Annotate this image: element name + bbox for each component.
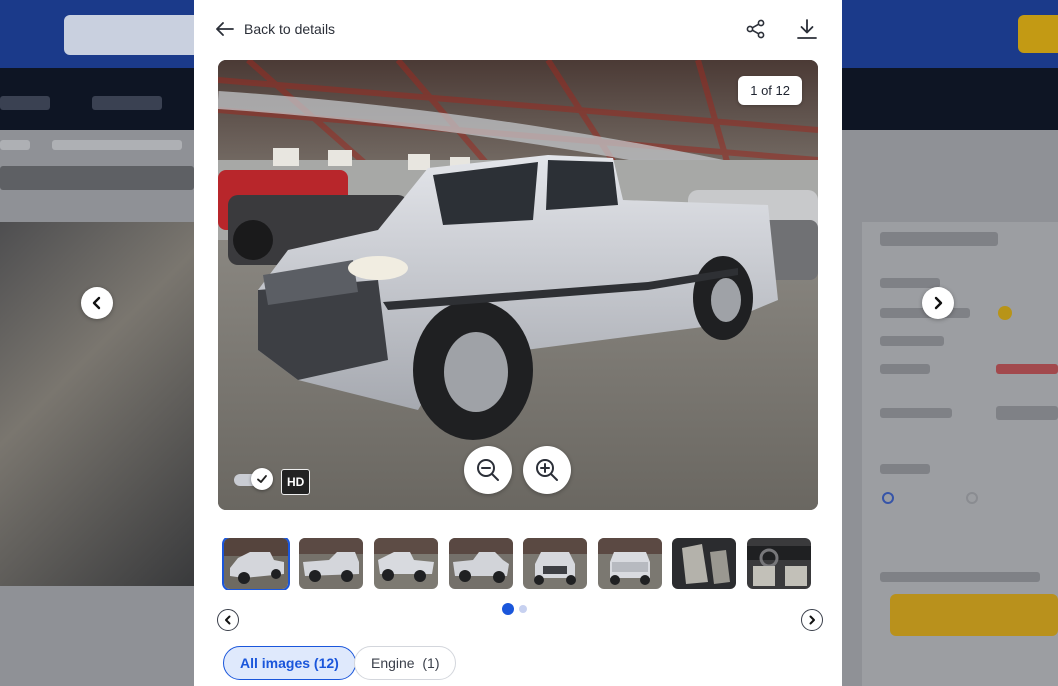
checkmark-icon bbox=[257, 475, 267, 483]
bg-line bbox=[880, 364, 930, 374]
share-icon bbox=[746, 19, 765, 39]
hd-toggle[interactable] bbox=[234, 468, 274, 490]
gallery-prev-button[interactable] bbox=[81, 287, 113, 319]
filter-engine[interactable]: Engine (1) bbox=[354, 646, 457, 680]
hd-toggle-knob bbox=[251, 468, 273, 490]
bg-line bbox=[880, 232, 998, 246]
bg-line bbox=[880, 408, 952, 418]
download-icon bbox=[797, 19, 817, 39]
download-button[interactable] bbox=[794, 16, 820, 42]
thumbnail-image bbox=[374, 538, 438, 589]
bg-line bbox=[880, 278, 940, 288]
thumbnail-image bbox=[299, 538, 363, 589]
bg-signin-button bbox=[1018, 15, 1058, 53]
zoom-out-button[interactable] bbox=[464, 446, 512, 494]
back-to-details-label: Back to details bbox=[244, 21, 336, 37]
bg-nav-item bbox=[92, 96, 162, 110]
bg-bid-button bbox=[890, 594, 1058, 636]
bg-lot-title bbox=[0, 166, 194, 190]
thumbnail-image bbox=[672, 538, 736, 589]
thumbnail-image bbox=[598, 538, 662, 589]
thumb-interior-seats[interactable] bbox=[672, 538, 736, 589]
thumbnails-next-button[interactable] bbox=[801, 609, 823, 631]
main-vehicle-photo[interactable]: 1 of 12 HD bbox=[218, 60, 818, 510]
thumbnail-pager bbox=[502, 603, 527, 615]
back-to-details-link[interactable]: Back to details bbox=[216, 18, 335, 40]
bg-nav-item bbox=[0, 96, 50, 110]
thumb-rear-right[interactable] bbox=[374, 538, 438, 589]
thumb-interior-dash[interactable] bbox=[747, 538, 811, 589]
chevron-left-icon bbox=[92, 296, 101, 310]
modal-toolbar: Back to details bbox=[194, 0, 842, 60]
bg-line bbox=[996, 406, 1058, 420]
thumbnail-image bbox=[523, 538, 587, 589]
bg-radio bbox=[966, 492, 978, 504]
thumb-rear-left[interactable] bbox=[299, 538, 363, 589]
pager-dot-active[interactable] bbox=[502, 603, 514, 615]
bg-line bbox=[996, 364, 1058, 374]
pager-dot[interactable] bbox=[519, 605, 527, 613]
chevron-right-icon bbox=[809, 615, 815, 625]
image-gallery-modal: Back to details 1 of 12 HD All images (1… bbox=[194, 0, 842, 686]
zoom-in-icon bbox=[536, 459, 558, 481]
bg-line bbox=[880, 464, 930, 474]
bg-status-dot bbox=[998, 306, 1012, 320]
thumb-front-right[interactable] bbox=[449, 538, 513, 589]
bg-line bbox=[880, 336, 944, 346]
vehicle-photo-image bbox=[218, 60, 818, 510]
bg-search-field bbox=[64, 15, 204, 55]
thumbnail-image bbox=[224, 538, 288, 589]
zoom-out-icon bbox=[477, 459, 499, 481]
bg-lot-photo bbox=[0, 222, 194, 586]
thumb-rear[interactable] bbox=[598, 538, 662, 589]
bg-breadcrumb bbox=[0, 140, 30, 150]
share-button[interactable] bbox=[743, 16, 769, 42]
bg-breadcrumb bbox=[52, 140, 182, 150]
chevron-right-icon bbox=[934, 296, 943, 310]
hd-badge: HD bbox=[281, 469, 311, 495]
thumbnail-image bbox=[449, 538, 513, 589]
thumbnail-image bbox=[747, 538, 811, 589]
thumb-front-left[interactable] bbox=[222, 538, 290, 590]
zoom-in-button[interactable] bbox=[523, 446, 571, 494]
filter-all-images[interactable]: All images (12) bbox=[223, 646, 356, 680]
gallery-next-button[interactable] bbox=[922, 287, 954, 319]
bg-radio bbox=[882, 492, 894, 504]
chevron-left-icon bbox=[225, 615, 231, 625]
thumbnail-strip bbox=[222, 538, 814, 590]
image-counter: 1 of 12 bbox=[738, 76, 802, 105]
arrow-left-icon bbox=[216, 22, 234, 36]
thumb-front[interactable] bbox=[523, 538, 587, 589]
bg-line bbox=[880, 572, 1040, 582]
thumbnails-prev-button[interactable] bbox=[217, 609, 239, 631]
